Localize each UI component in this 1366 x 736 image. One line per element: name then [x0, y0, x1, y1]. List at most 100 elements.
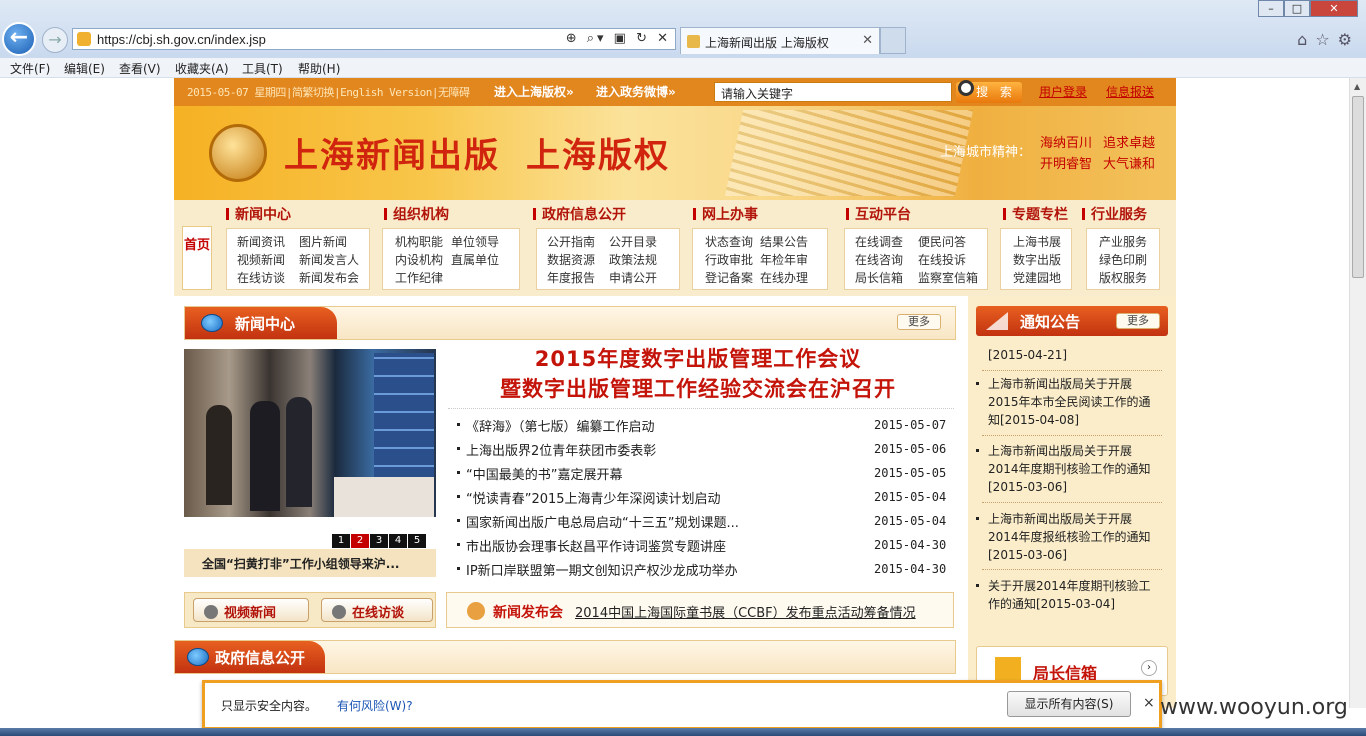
news-photo[interactable] — [184, 349, 436, 517]
nav-link[interactable]: 在线投诉 — [918, 251, 966, 268]
nav-link[interactable]: 在线访谈 — [237, 269, 285, 286]
url-text[interactable]: https://cbj.sh.gov.cn/index.jsp — [97, 32, 266, 47]
menu-tools[interactable]: 工具(T) — [242, 60, 283, 77]
nav-link[interactable]: 新闻资讯 — [237, 233, 285, 250]
pager-5[interactable]: 5 — [408, 534, 426, 548]
news-item[interactable]: IP新口岸联盟第一期文创知识产权沙龙成功举办 — [457, 560, 738, 579]
nav-link[interactable]: 年度报告 — [547, 269, 595, 286]
scroll-thumb[interactable] — [1352, 96, 1364, 278]
close-icon[interactable]: × — [1143, 695, 1155, 711]
nav-link[interactable]: 新闻发布会 — [299, 269, 359, 286]
notice-item[interactable]: 上海市新闻出版局关于开展2014年度期刊核验工作的通知[2015-03-06] — [976, 442, 1160, 496]
news-item[interactable]: 国家新闻出版广电总局启动“十三五”规划课题... — [457, 512, 739, 531]
nav-link[interactable]: 结果公告 — [760, 233, 808, 250]
headline[interactable]: 2015年度数字出版管理工作会议 暨数字出版管理工作经验交流会在沪召开 — [446, 344, 950, 404]
nav-link[interactable]: 监察室信箱 — [918, 269, 978, 286]
search-input[interactable]: 请输入关键字 — [714, 82, 952, 102]
notice-item[interactable]: 上海市新闻出版局关于开展2015年本市全民阅读工作的通知[2015-04-08] — [976, 375, 1160, 429]
forward-button[interactable]: → — [42, 27, 68, 53]
nav-link[interactable]: 直属单位 — [451, 251, 499, 268]
nav-link[interactable]: 产业服务 — [1099, 233, 1147, 250]
nav-link[interactable]: 绿色印刷 — [1099, 251, 1147, 268]
nav-link[interactable]: 视频新闻 — [237, 251, 285, 268]
news-item[interactable]: 《辞海》（第七版）编纂工作启动 — [457, 416, 655, 435]
nav-link[interactable]: 新闻发言人 — [299, 251, 359, 268]
notice-more-button[interactable]: 更多 — [1116, 313, 1160, 329]
nav-link[interactable]: 在线办理 — [760, 269, 808, 286]
copyright-link[interactable]: 进入上海版权» — [494, 83, 574, 100]
nav-link[interactable]: 登记备案 — [705, 269, 753, 286]
nav-link[interactable]: 在线咨询 — [855, 251, 903, 268]
photo-caption[interactable]: 全国“扫黄打非”工作小组领导来沪... — [184, 549, 436, 577]
nav-link[interactable]: 内设机构 — [395, 251, 443, 268]
maximize-button[interactable]: □ — [1284, 0, 1310, 17]
close-window-button[interactable]: ✕ — [1310, 0, 1358, 17]
nav-link[interactable]: 行政审批 — [705, 251, 753, 268]
nav-link[interactable]: 数字出版 — [1013, 251, 1061, 268]
online-interview-button[interactable]: 在线访谈 — [321, 598, 433, 622]
nav-link[interactable]: 年检年审 — [760, 251, 808, 268]
nav-link[interactable]: 局长信箱 — [855, 269, 903, 286]
nav-industry[interactable]: 行业服务 — [1082, 204, 1147, 224]
nav-link[interactable]: 状态查询 — [705, 233, 753, 250]
press-conference-label[interactable]: 新闻发布会 — [493, 602, 563, 622]
nav-interaction[interactable]: 互动平台 — [846, 204, 911, 224]
minimize-button[interactable]: – — [1258, 0, 1284, 17]
show-all-content-button[interactable]: 显示所有内容(S) — [1007, 691, 1131, 717]
favorites-star-icon[interactable]: ☆ — [1315, 30, 1337, 49]
home-icon[interactable]: ⌂ — [1297, 30, 1315, 49]
nav-link[interactable]: 在线调查 — [855, 233, 903, 250]
weibo-link[interactable]: 进入政务微博» — [596, 83, 676, 100]
tab-close-icon[interactable]: ✕ — [862, 33, 873, 48]
news-item[interactable]: “悦读青春”2015上海青少年深阅读计划启动 — [457, 488, 721, 507]
risk-link[interactable]: 有何风险(W)? — [337, 697, 413, 714]
news-item[interactable]: 市出版协会理事长赵昌平作诗词鉴赏专题讲座 — [456, 536, 726, 555]
nav-link[interactable]: 单位领导 — [451, 233, 499, 250]
nav-link[interactable]: 数据资源 — [547, 251, 595, 268]
notice-item[interactable]: 上海市新闻出版局关于开展2014年度报纸核验工作的通知[2015-03-06] — [976, 510, 1160, 564]
pager-2[interactable]: 2 — [351, 534, 369, 548]
nav-link[interactable]: 机构职能 — [395, 233, 443, 250]
nav-link[interactable]: 上海书展 — [1013, 233, 1061, 250]
menu-edit[interactable]: 编辑(E) — [64, 60, 105, 77]
vertical-scrollbar[interactable]: ▲ — [1349, 78, 1366, 708]
nav-link[interactable]: 图片新闻 — [299, 233, 347, 250]
back-button[interactable]: ← — [2, 22, 36, 56]
nav-link[interactable]: 便民问答 — [918, 233, 966, 250]
nav-link[interactable]: 版权服务 — [1099, 269, 1147, 286]
nav-link[interactable]: 公开指南 — [547, 233, 595, 250]
new-tab-button[interactable] — [880, 27, 906, 54]
login-link[interactable]: 用户登录 — [1039, 83, 1087, 100]
nav-online-service[interactable]: 网上办事 — [693, 204, 758, 224]
news-item[interactable]: 上海出版界2位青年获团市委表彰 — [456, 440, 656, 459]
address-bar-icons[interactable]: ⊕ ⌕▾ ▣ ↻ ✕ — [566, 31, 671, 46]
headline-line-1[interactable]: 2015年度数字出版管理工作会议 — [446, 344, 950, 374]
menu-view[interactable]: 查看(V) — [119, 60, 161, 77]
menu-help[interactable]: 帮助(H) — [298, 60, 340, 77]
notice-item[interactable]: 关于开展2014年度期刊核验工作的通知[2015-03-04] — [976, 577, 1160, 613]
nav-home[interactable]: 首页 — [182, 226, 212, 290]
nav-link[interactable]: 党建园地 — [1013, 269, 1061, 286]
headline-line-2[interactable]: 暨数字出版管理工作经验交流会在沪召开 — [446, 374, 950, 404]
menu-favorites[interactable]: 收藏夹(A) — [175, 60, 229, 77]
nav-organization[interactable]: 组织机构 — [384, 204, 449, 224]
news-item[interactable]: “中国最美的书”嘉定展开幕 — [456, 464, 622, 483]
nav-link[interactable]: 工作纪律 — [395, 269, 443, 286]
nav-link[interactable]: 政策法规 — [609, 251, 657, 268]
nav-gov-info[interactable]: 政府信息公开 — [533, 204, 626, 224]
menu-file[interactable]: 文件(F) — [10, 60, 50, 77]
nav-news-center[interactable]: 新闻中心 — [226, 204, 291, 224]
scroll-up-icon[interactable]: ▲ — [1354, 82, 1360, 91]
video-news-button[interactable]: 视频新闻 — [193, 598, 309, 622]
pager-4[interactable]: 4 — [389, 534, 407, 548]
toolbar-icons[interactable]: ⌂☆⚙ — [1297, 30, 1360, 49]
address-bar[interactable]: https://cbj.sh.gov.cn/index.jsp ⊕ ⌕▾ ▣ ↻… — [72, 28, 676, 50]
nav-link[interactable]: 申请公开 — [609, 269, 657, 286]
nav-link[interactable]: 公开目录 — [609, 233, 657, 250]
date-links[interactable]: 2015-05-07 星期四|简繁切换|English Version|无障碍 — [187, 84, 470, 100]
tab-active[interactable]: 上海新闻出版 上海版权 ✕ — [680, 27, 880, 54]
gear-icon[interactable]: ⚙ — [1338, 30, 1360, 49]
news-more-button[interactable]: 更多 — [897, 314, 941, 330]
report-link[interactable]: 信息报送 — [1106, 83, 1154, 100]
pager-3[interactable]: 3 — [370, 534, 388, 548]
